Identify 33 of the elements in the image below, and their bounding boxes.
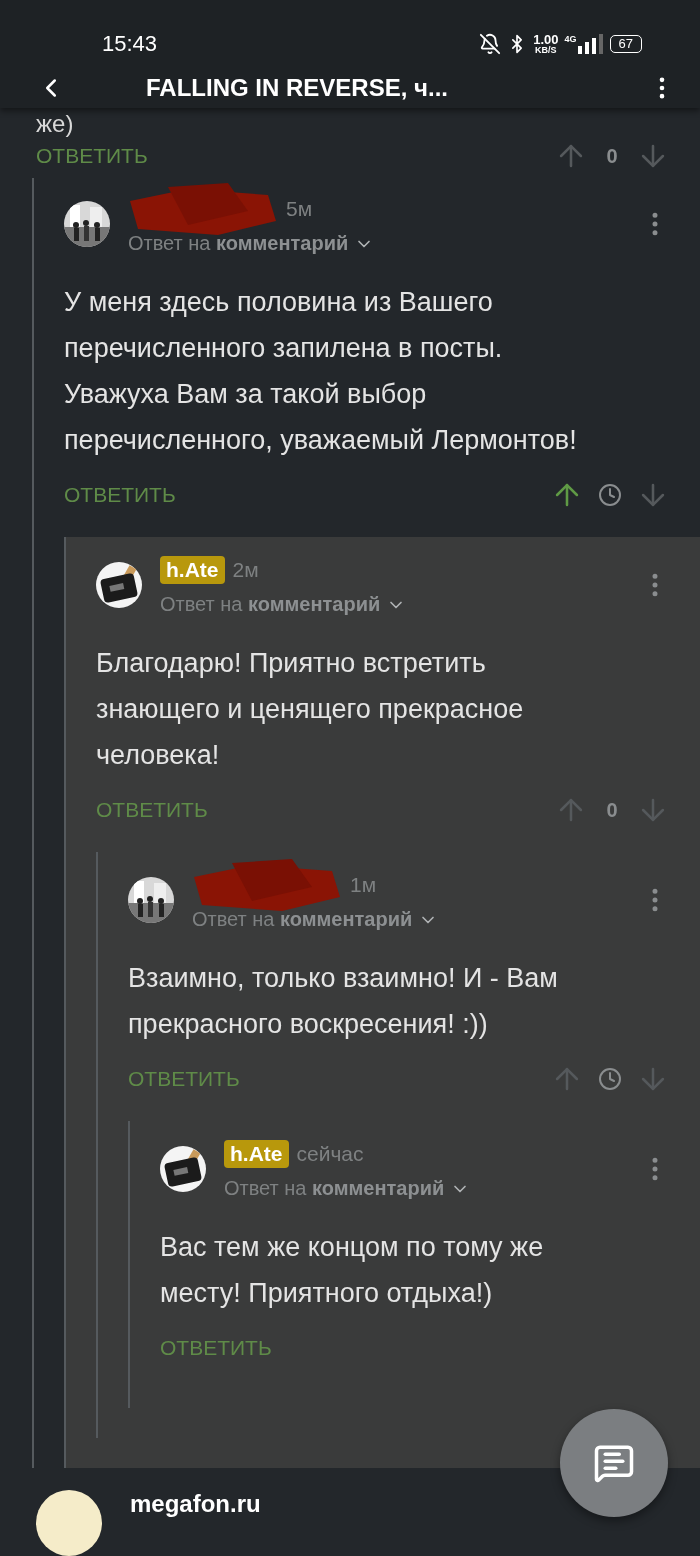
comment-text: Взаимно, только взаимно! И - Вам прекрасного воскресения! :)) [128, 962, 559, 1041]
reply-button[interactable]: ОТВЕТИТЬ [64, 483, 176, 507]
author-badge[interactable]: h.Ate [160, 556, 225, 584]
comment-time: 1м [350, 873, 377, 897]
vote-score: 0 [605, 144, 619, 168]
signal-icon [577, 34, 604, 54]
reply-to-link[interactable]: Ответ на комментарий [192, 908, 413, 931]
status-time: 15:43 [102, 31, 159, 57]
comment-text: Вас тем же концом по тому же месту! Приятного отдыха!) [160, 1231, 545, 1310]
network-label: 4G [564, 34, 577, 44]
speed-unit: KB/S [535, 46, 557, 55]
comment-text: же) [35, 109, 75, 138]
comment-time: 5м [286, 197, 313, 221]
comment-time: 2м [232, 558, 259, 582]
reply-to-link[interactable]: Ответ на комментарий [224, 1177, 445, 1200]
reply-to-link[interactable]: Ответ на комментарий [160, 593, 381, 616]
post-title: FALLING IN REVERSE, ч... [146, 74, 449, 102]
clock-icon [598, 483, 622, 507]
post-author[interactable]: megafon.ru [130, 1490, 261, 1518]
reply-button[interactable]: ОТВЕТИТЬ [96, 798, 208, 822]
vote-score: 0 [605, 798, 619, 822]
bell-off-icon [479, 33, 502, 55]
comment-time: сейчас [296, 1142, 364, 1166]
battery-level: 67 [609, 35, 642, 53]
reply-button[interactable]: ОТВЕТИТЬ [128, 1067, 240, 1091]
reply-button[interactable]: ОТВЕТИТЬ [160, 1336, 272, 1360]
reply-to-link[interactable]: Ответ на комментарий [128, 232, 349, 255]
comment-text: Благодарю! Приятно встретить знающего и ценящего прекрасное человека! [96, 647, 525, 772]
speed-value: 1.00 [533, 33, 559, 46]
reply-button[interactable]: ОТВЕТИТЬ [36, 144, 148, 168]
clock-icon [598, 1067, 622, 1091]
author-badge[interactable]: h.Ate [224, 1140, 289, 1168]
comment-text: У меня здесь половина из Вашего перечисленного запилена в посты. Уважуха Вам за такой выбор перечисленного, уважаемый Лермонтов! [64, 286, 578, 457]
